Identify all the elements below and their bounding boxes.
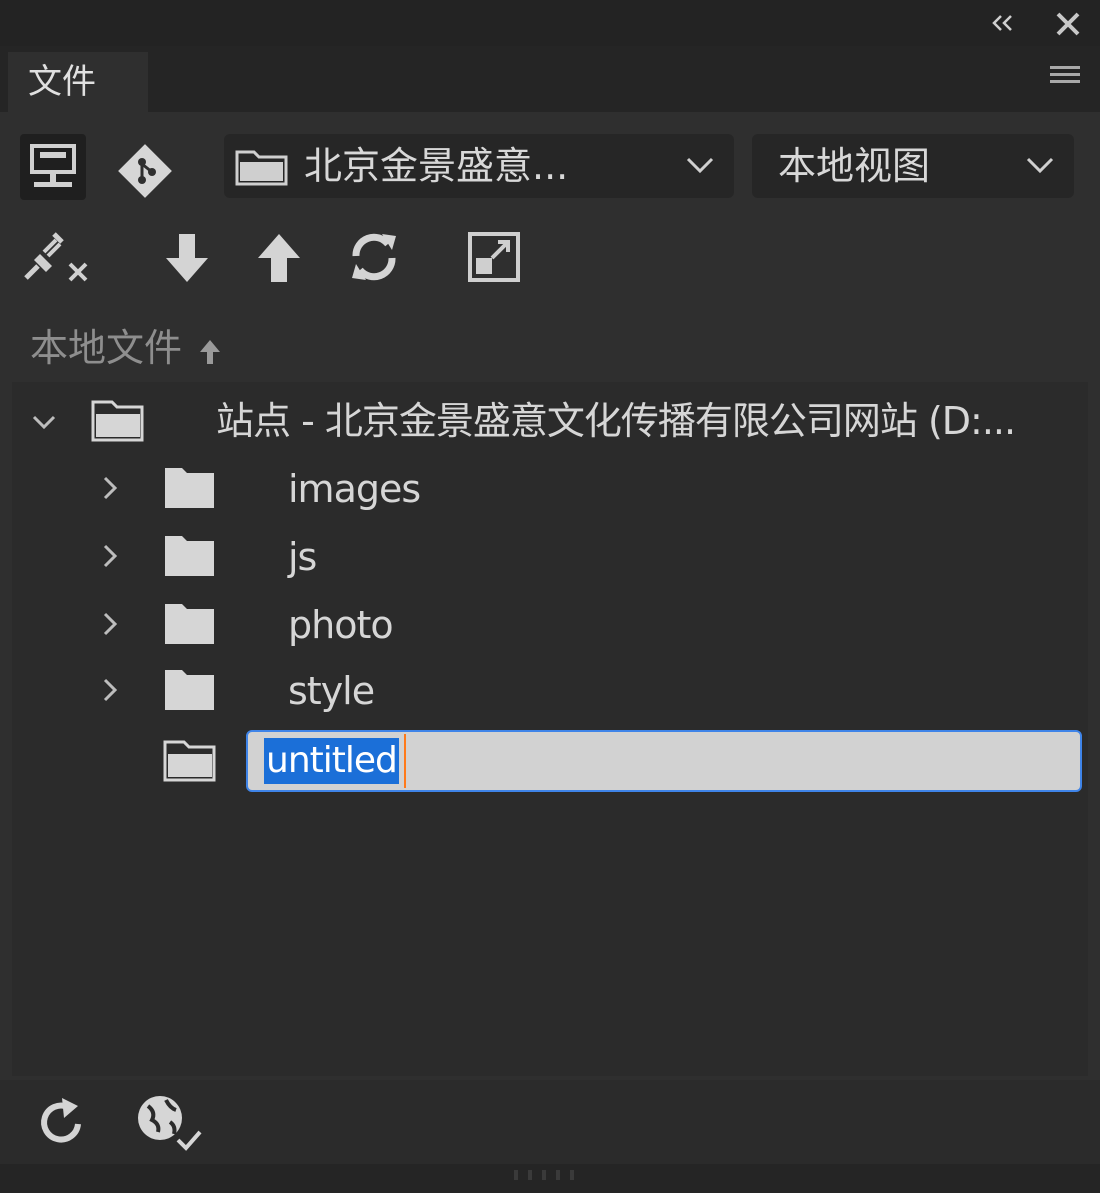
folder-icon xyxy=(165,604,214,644)
chevron-right-icon[interactable] xyxy=(96,474,124,502)
folder-icon xyxy=(165,468,214,508)
tab-bar: 文件 xyxy=(0,46,1100,112)
chevron-right-icon[interactable] xyxy=(96,610,124,638)
refresh-icon xyxy=(352,233,396,281)
site-root-label: 站点 - 北京金景盛意文化传播有限公司网站 (D:... xyxy=(216,399,1016,443)
tree-row-images[interactable]: images xyxy=(12,456,1088,522)
globe-check-icon xyxy=(138,1096,202,1151)
view-select-value: 本地视图 xyxy=(778,144,931,188)
view-select[interactable]: 本地视图 xyxy=(752,134,1074,198)
rename-folder-input[interactable] xyxy=(246,730,1082,792)
grip-dots-icon xyxy=(514,1170,574,1180)
collapse-panel-button[interactable] xyxy=(986,8,1020,38)
validate-links-button[interactable] xyxy=(130,1088,206,1154)
folder-open-icon xyxy=(163,740,216,782)
folder-label: images xyxy=(288,467,421,511)
git-button[interactable] xyxy=(114,140,176,202)
double-chevron-left-icon xyxy=(992,15,1012,31)
local-files-column-header[interactable]: 本地文件 xyxy=(30,320,222,376)
folder-label: photo xyxy=(288,603,394,647)
column-header-label: 本地文件 xyxy=(30,326,183,370)
chevron-down-icon xyxy=(686,157,714,174)
download-arrow-icon xyxy=(166,234,208,282)
get-button[interactable] xyxy=(160,226,214,288)
expand-panel-icon xyxy=(468,232,520,282)
chevron-down-icon xyxy=(1026,157,1054,174)
git-icon xyxy=(118,144,172,198)
site-server-icon xyxy=(30,144,76,187)
menu-icon xyxy=(1050,66,1080,83)
expand-button[interactable] xyxy=(462,226,526,288)
tree-row-photo[interactable]: photo xyxy=(12,592,1088,658)
chevron-right-icon[interactable] xyxy=(96,542,124,570)
folder-label: style xyxy=(288,669,375,713)
folder-icon xyxy=(165,670,214,710)
folder-icon xyxy=(165,536,214,576)
tree-row-js[interactable]: js xyxy=(12,524,1088,590)
footer-refresh-button[interactable] xyxy=(34,1092,90,1152)
chevron-down-icon[interactable] xyxy=(30,408,58,436)
chevron-right-icon[interactable] xyxy=(96,676,124,704)
site-select[interactable]: 北京金景盛意... xyxy=(224,134,734,198)
disconnect-plug-icon xyxy=(24,232,88,282)
put-button[interactable] xyxy=(252,226,306,288)
refresh-button[interactable] xyxy=(342,226,406,288)
folder-open-icon xyxy=(91,400,144,442)
title-bar xyxy=(0,0,1100,46)
disconnect-button[interactable] xyxy=(18,226,94,288)
upload-arrow-icon xyxy=(258,234,300,282)
refresh-icon xyxy=(41,1098,81,1143)
text-cursor xyxy=(404,734,406,788)
tab-files[interactable]: 文件 xyxy=(8,52,148,112)
close-button[interactable] xyxy=(1054,10,1082,38)
sort-ascending-icon xyxy=(200,339,221,364)
panel-menu-button[interactable] xyxy=(1050,66,1080,92)
file-tree: 站点 - 北京金景盛意文化传播有限公司网站 (D:... images js p… xyxy=(12,382,1088,1076)
site-button[interactable] xyxy=(20,134,86,200)
folder-label: js xyxy=(288,535,317,579)
tree-row-site-root[interactable]: 站点 - 北京金景盛意文化传播有限公司网站 (D:... xyxy=(12,388,1088,454)
close-icon xyxy=(1056,12,1080,36)
folder-icon xyxy=(235,150,288,186)
tree-row-style[interactable]: style xyxy=(12,658,1088,724)
resize-grip[interactable] xyxy=(0,1164,1100,1193)
site-select-value: 北京金景盛意... xyxy=(304,144,569,188)
